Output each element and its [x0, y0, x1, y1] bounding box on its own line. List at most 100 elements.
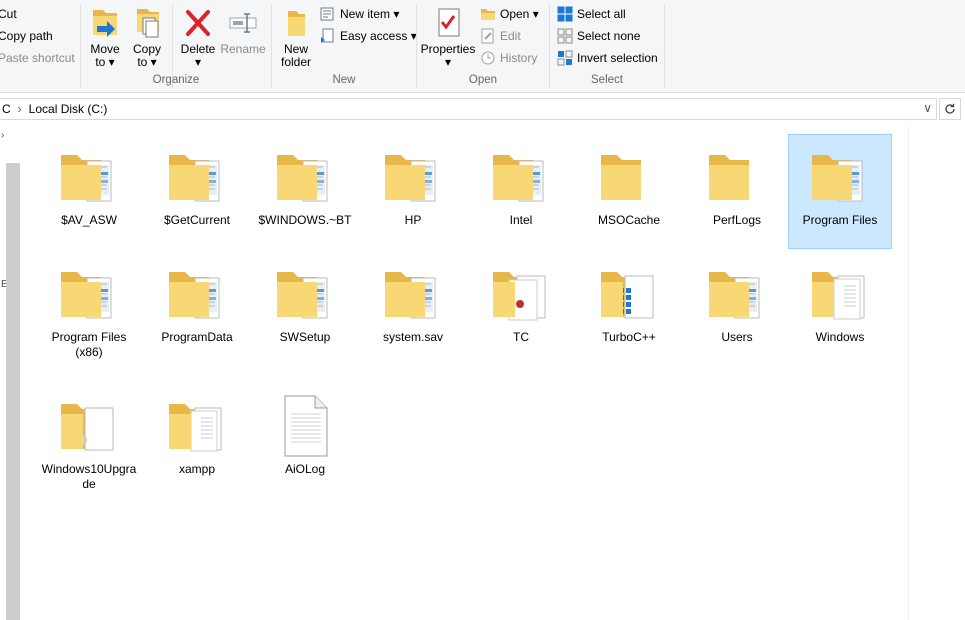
folder-icon: [812, 272, 865, 320]
document-icon: [284, 395, 328, 457]
select-all-button[interactable]: Select all: [557, 4, 626, 24]
move-to-icon: [93, 10, 117, 37]
paste-shortcut-button[interactable]: Paste shortcut: [0, 48, 75, 68]
copy-to-label-2: to ▾: [137, 55, 157, 69]
folder-item[interactable]: ProgramData: [145, 251, 249, 366]
open-group-label: Open: [468, 74, 498, 86]
folder-item[interactable]: system.sav: [361, 251, 465, 366]
navigation-scrollbar[interactable]: [6, 163, 20, 620]
item-label: PerfLogs: [712, 213, 762, 227]
select-none-icon: [557, 28, 573, 44]
item-label: TC: [513, 330, 529, 344]
refresh-button[interactable]: [939, 98, 961, 120]
copy-path-label: Copy path: [0, 29, 53, 43]
file-item[interactable]: AiOLog: [253, 383, 357, 498]
folder-item[interactable]: Program Files: [788, 134, 892, 249]
new-folder-button[interactable]: New folder: [276, 6, 316, 69]
item-label: xampp: [178, 462, 216, 476]
divider: [908, 126, 909, 620]
edit-button[interactable]: Edit: [480, 26, 521, 46]
address-dropdown[interactable]: ∨: [923, 101, 932, 115]
item-label: Users: [721, 330, 753, 344]
item-label: Program Files (x86): [51, 330, 127, 359]
folder-item[interactable]: TC: [469, 251, 573, 366]
delete-button[interactable]: Delete ▾: [178, 6, 218, 69]
open-label: Open ▾: [500, 7, 539, 21]
new-item-icon: [320, 7, 334, 21]
item-label: system.sav: [382, 330, 443, 344]
folder-item[interactable]: Program Files (x86): [37, 251, 141, 366]
easy-access-button[interactable]: Easy access ▾: [320, 26, 417, 46]
rename-button[interactable]: Rename: [220, 6, 266, 56]
folder-item[interactable]: xampp: [145, 383, 249, 498]
folder-icon: [169, 272, 220, 319]
copy-to-icon: [137, 9, 159, 38]
folder-icon: [812, 155, 863, 202]
item-label: $AV_ASW: [61, 213, 117, 227]
open-folder-icon: [481, 9, 495, 20]
item-label: Windows10Upgrade: [41, 462, 137, 491]
address-prefix[interactable]: C: [2, 102, 11, 116]
folder-icon: [709, 155, 749, 200]
file-list[interactable]: $AV_ASW $GetCurrent $WINDOWS.~BT HP Intel MSO…: [21, 126, 908, 620]
invert-selection-icon: [557, 50, 573, 66]
history-button[interactable]: History: [480, 48, 537, 68]
folder-icon: [61, 155, 112, 202]
separator: [664, 4, 665, 88]
history-icon: [481, 51, 495, 65]
folder-icon: [385, 155, 436, 202]
folder-item[interactable]: $AV_ASW: [37, 134, 141, 249]
ribbon: Cut Copy path Paste shortcut Move to ▾ C…: [0, 0, 965, 93]
folder-icon: [493, 155, 544, 202]
move-to-button[interactable]: Move to ▾: [86, 6, 124, 69]
properties-button[interactable]: Properties ▾: [420, 6, 476, 69]
folder-icon: [385, 272, 436, 319]
select-none-button[interactable]: Select none: [557, 26, 640, 46]
folder-item[interactable]: $GetCurrent: [145, 134, 249, 249]
item-label: MSOCache: [597, 213, 661, 227]
folder-item[interactable]: $WINDOWS.~BT: [253, 134, 357, 249]
folder-item[interactable]: MSOCache: [577, 134, 681, 249]
folder-icon: [277, 272, 328, 319]
item-label: TurboC++: [602, 330, 656, 344]
folder-item[interactable]: SWSetup: [253, 251, 357, 366]
new-item-label: New item ▾: [340, 7, 400, 21]
move-to-label-2: to ▾: [95, 55, 115, 69]
folder-icon: [61, 404, 114, 451]
invert-selection-button[interactable]: Invert selection: [557, 48, 658, 68]
copy-to-button[interactable]: Copy to ▾: [128, 6, 166, 69]
new-item-button[interactable]: New item ▾: [320, 4, 399, 24]
folder-item[interactable]: PerfLogs: [685, 134, 789, 249]
folder-item[interactable]: Windows: [788, 251, 892, 366]
cut-label: Cut: [0, 7, 17, 21]
folder-item[interactable]: Intel: [469, 134, 573, 249]
folder-icon: [61, 272, 112, 319]
address-bar[interactable]: C › Local Disk (C:) ∨: [0, 98, 937, 120]
history-label: History: [500, 51, 538, 65]
organize-group-label: Organize: [152, 74, 200, 86]
folder-item[interactable]: TurboC++: [577, 251, 681, 366]
folder-item[interactable]: Users: [685, 251, 789, 366]
folder-icon: [601, 272, 654, 319]
cut-button[interactable]: Cut: [0, 4, 17, 24]
nav-chevron-icon[interactable]: ›: [1, 130, 4, 141]
folder-icon: [169, 155, 220, 202]
properties-icon: [438, 8, 460, 37]
folder-item[interactable]: HP: [361, 134, 465, 249]
item-label: $WINDOWS.~BT: [258, 213, 352, 227]
address-separator[interactable]: ›: [18, 102, 22, 116]
folder-icon: [493, 272, 546, 321]
new-folder-icon: [288, 11, 305, 36]
easy-access-label: Easy access ▾: [340, 29, 417, 43]
open-button[interactable]: Open ▾: [480, 4, 539, 24]
copy-path-button[interactable]: Copy path: [0, 26, 53, 46]
item-label: ProgramData: [161, 330, 233, 344]
address-location[interactable]: Local Disk (C:): [29, 102, 108, 116]
folder-icon: [709, 272, 760, 319]
folder-item[interactable]: Windows10Upgrade: [37, 383, 141, 498]
easy-access-icon: [321, 28, 334, 43]
folder-icon: [277, 155, 328, 202]
delete-icon: [186, 10, 210, 36]
new-group-label: New: [332, 74, 356, 86]
delete-dropdown-arrow: ▾: [194, 55, 202, 69]
